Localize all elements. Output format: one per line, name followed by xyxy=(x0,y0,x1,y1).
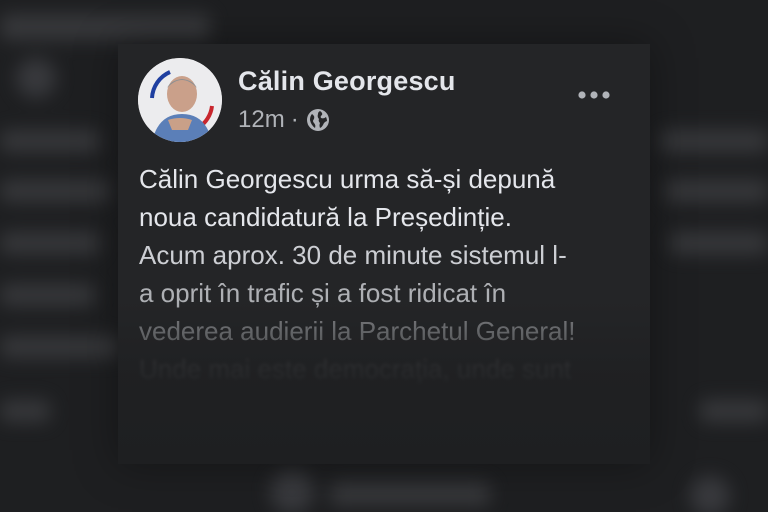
post-text-line: Călin Georgescu urma să-și depună xyxy=(139,164,556,194)
post-meta: 12m · xyxy=(238,106,331,134)
post-time[interactable]: 12m xyxy=(238,106,285,134)
post-text-line: Unde mai este democrația, unde sunt xyxy=(139,354,572,384)
screen: Călin Georgescu 12m · Călin Georgescu ur… xyxy=(0,0,768,512)
post-text-line: a oprit în trafic și a fost ridicat în xyxy=(139,278,507,308)
post-text-line: noua candidatură la Președinție. xyxy=(139,202,512,232)
post-body: Călin Georgescu urma să-și depună noua c… xyxy=(139,160,639,388)
avatar-image xyxy=(138,58,222,142)
meta-separator: · xyxy=(290,106,299,133)
globe-icon[interactable] xyxy=(305,107,331,133)
more-options-icon[interactable] xyxy=(572,80,616,110)
author-name[interactable]: Călin Georgescu xyxy=(238,66,456,97)
post-text-line: Acum aprox. 30 de minute sistemul l- xyxy=(139,240,567,270)
post-text-line: vederea audierii la Parchetul General! xyxy=(139,316,576,346)
author-avatar[interactable] xyxy=(138,58,222,142)
